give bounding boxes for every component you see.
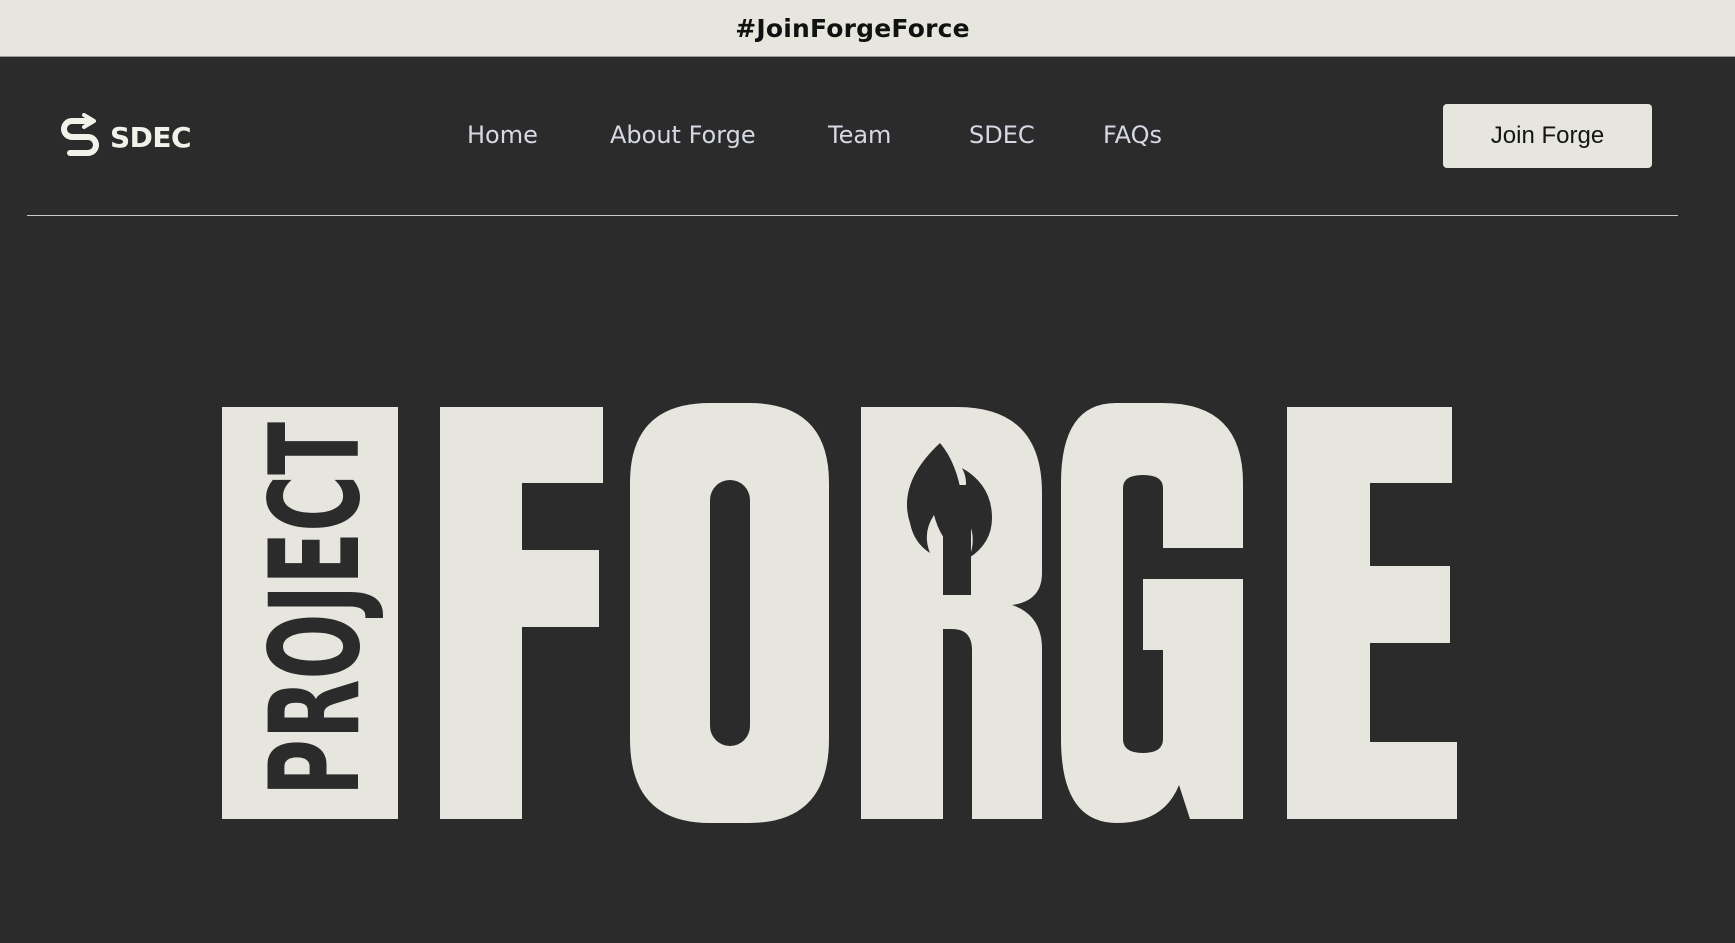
nav-item-sdec[interactable]: SDEC xyxy=(969,115,1035,155)
nav-item-about-forge[interactable]: About Forge xyxy=(610,115,756,155)
svg-text:PROJECT: PROJECT xyxy=(244,422,388,796)
project-forge-wordmark: PROJECT xyxy=(222,403,1457,823)
page-main: SDEC Home About Forge Team SDEC FAQs Joi… xyxy=(0,57,1735,943)
announcement-banner: #JoinForgeForce xyxy=(0,0,1735,57)
nav-item-home[interactable]: Home xyxy=(467,115,538,155)
nav-item-team[interactable]: Team xyxy=(828,115,891,155)
join-forge-button[interactable]: Join Forge xyxy=(1443,104,1652,168)
nav-item-faqs[interactable]: FAQs xyxy=(1103,115,1162,155)
banner-text: #JoinForgeForce xyxy=(735,13,970,43)
header-divider xyxy=(27,215,1678,216)
